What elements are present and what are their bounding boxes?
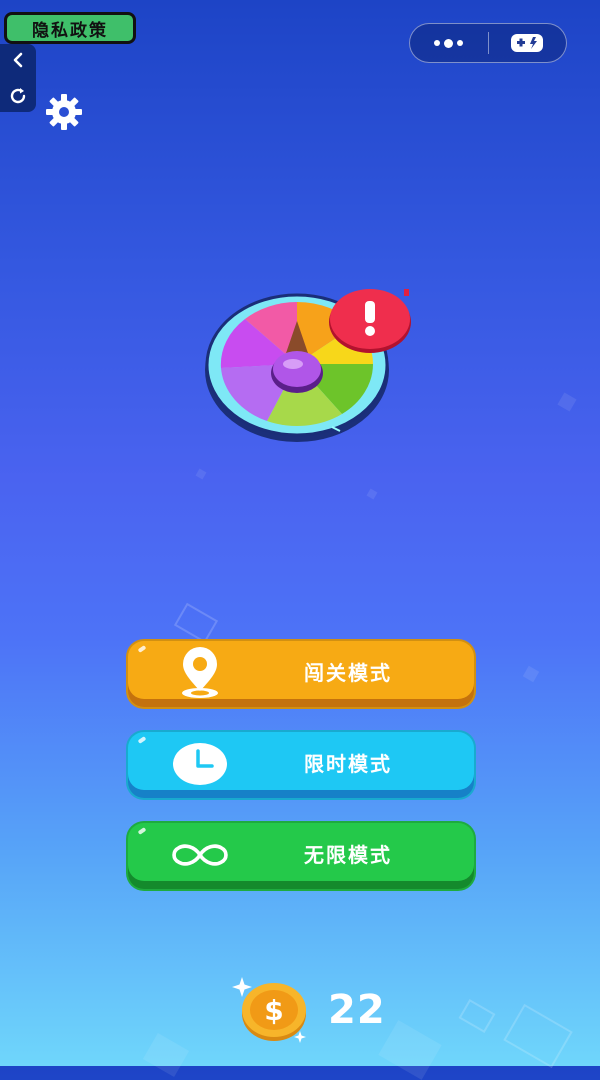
- background-decoration: [142, 1033, 190, 1077]
- coin-counter: $ 22: [230, 975, 420, 1045]
- location-pin-icon: [170, 641, 230, 705]
- side-toolbar: [0, 44, 36, 112]
- dollar-coin-icon: $: [232, 977, 306, 1043]
- exclamation-badge-icon: [329, 289, 411, 353]
- privacy-policy-button[interactable]: 隐私政策: [4, 12, 136, 44]
- background-decoration: [557, 392, 577, 412]
- background-decoration: [522, 665, 540, 683]
- timed-mode-button[interactable]: 限时模式: [126, 730, 476, 800]
- infinity-icon: [170, 823, 230, 887]
- gamepad-icon[interactable]: [489, 24, 567, 62]
- gear-icon[interactable]: [44, 92, 84, 132]
- level-mode-label: 闯关模式: [304, 661, 392, 685]
- chevron-left-icon[interactable]: [8, 50, 28, 70]
- privacy-policy-label: 隐私政策: [32, 20, 108, 41]
- endless-mode-label: 无限模式: [304, 843, 392, 867]
- background-decoration: [195, 468, 207, 480]
- svg-text:$: $: [264, 994, 283, 1027]
- endless-mode-button[interactable]: 无限模式: [126, 821, 476, 891]
- level-mode-button[interactable]: 闯关模式: [126, 639, 476, 709]
- button-shine: [137, 645, 147, 653]
- background-decoration: [366, 488, 378, 500]
- clock-icon: [170, 732, 230, 796]
- coin-count: 22: [328, 987, 386, 1033]
- capsule-menu: [409, 23, 567, 63]
- refresh-icon[interactable]: [8, 86, 28, 106]
- timed-mode-label: 限时模式: [304, 752, 392, 776]
- more-dots-icon[interactable]: [410, 24, 488, 62]
- background-decoration: [458, 998, 496, 1034]
- background-decoration: [173, 602, 219, 644]
- background-decoration: [503, 1003, 573, 1069]
- button-shine: [137, 827, 147, 835]
- button-shine: [137, 736, 147, 744]
- spin-wheel-icon: [200, 285, 415, 445]
